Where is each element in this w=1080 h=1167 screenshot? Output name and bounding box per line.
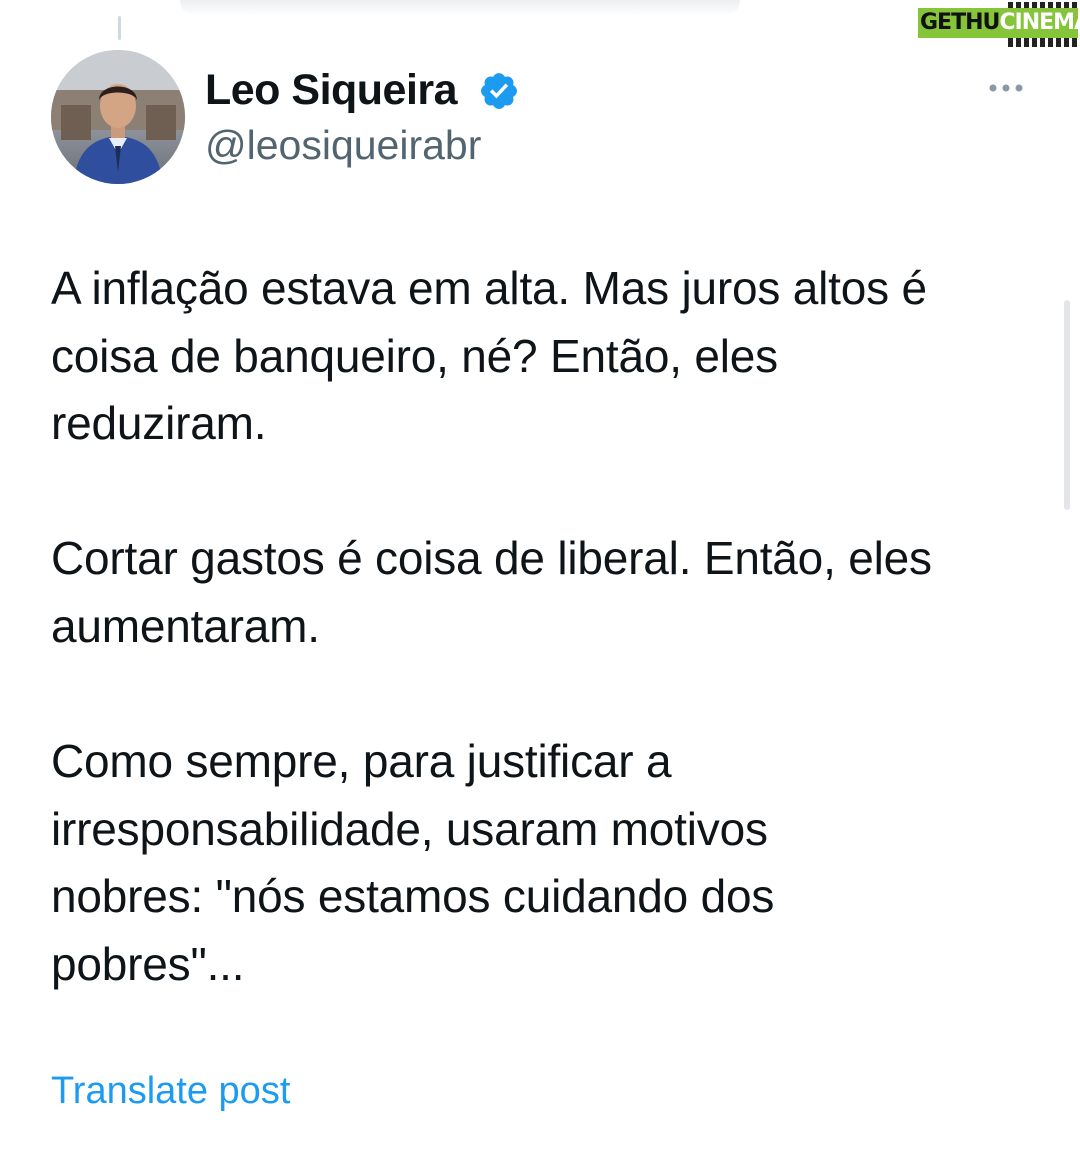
post-text-line: Como sempre, para justificar a <box>51 735 672 787</box>
avatar[interactable] <box>51 50 185 184</box>
watermark-part2: CINEMA <box>999 10 1080 35</box>
film-strip-bottom <box>1008 38 1078 47</box>
translate-post-link[interactable]: Translate post <box>51 1066 290 1116</box>
more-horizontal-icon[interactable] <box>986 78 1026 98</box>
post-text-line: coisa de banqueiro, né? Então, eles <box>51 329 778 382</box>
post-timestamp-cropped: ​ <box>51 1152 711 1167</box>
post-paragraph-2: Cortar gastos é coisa de liberal. Então,… <box>51 525 1041 660</box>
post-text-line: nobres: "nós estamos cuidando dos <box>51 870 775 922</box>
post-text-line: A inflação estava em alta. Mas juros alt… <box>51 262 927 314</box>
post-text-line: reduziram. <box>51 397 267 449</box>
thread-connector-line <box>118 16 121 40</box>
post-text-line: irresponsabilidade, usaram motivos <box>51 802 768 855</box>
previous-post-edge <box>180 0 740 16</box>
scrollbar[interactable] <box>1064 300 1070 510</box>
verified-badge-icon[interactable] <box>478 70 520 112</box>
author-handle[interactable]: @leosiqueirabr <box>205 120 481 170</box>
post-text-line: Cortar gastos é coisa de liberal. Então,… <box>51 532 932 584</box>
post-paragraph-1: A inflação estava em alta. Mas juros alt… <box>51 255 1041 458</box>
post-text-line: aumentaram. <box>51 599 320 652</box>
post-paragraph-3: Como sempre, para justificar a irrespons… <box>51 728 1041 998</box>
author-name[interactable]: Leo Siqueira <box>205 64 458 116</box>
post-text-line: pobres"... <box>51 937 245 990</box>
tweet-detail-screen: GETHUCINEMA Leo Siqueira @leosiqueirabr … <box>0 0 1080 1167</box>
watermark-text: GETHUCINEMA <box>920 10 1080 35</box>
watermark-logo: GETHUCINEMA <box>918 2 1080 47</box>
watermark-part1: GETHU <box>920 10 1000 35</box>
avatar-photo <box>51 50 185 184</box>
